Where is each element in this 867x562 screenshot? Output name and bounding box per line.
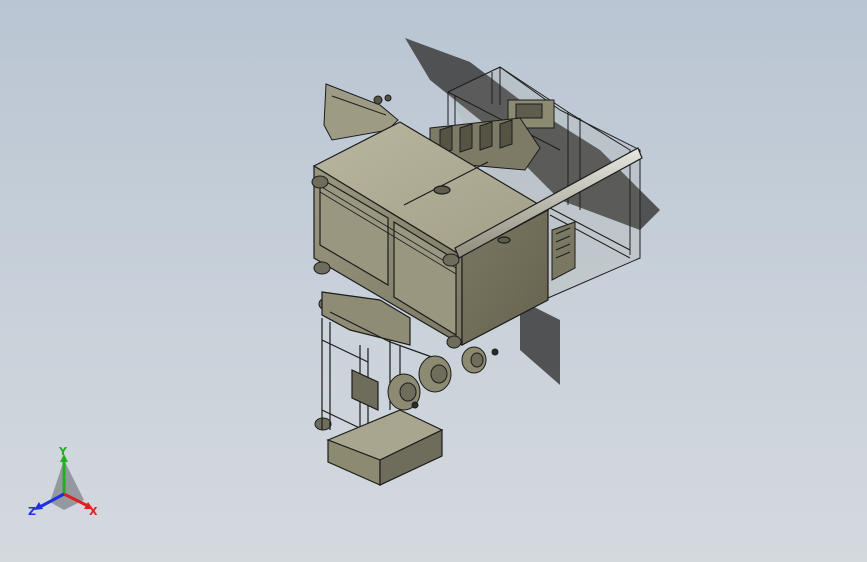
- cad-viewport[interactable]: Y X Z: [0, 0, 867, 562]
- machine-assembly-model[interactable]: [0, 0, 867, 562]
- y-axis-label: Y: [59, 445, 67, 458]
- roller-drums: [387, 346, 499, 411]
- x-axis-label: X: [89, 505, 98, 518]
- z-axis-label: Z: [28, 505, 36, 518]
- view-orientation-triad[interactable]: Y X Z: [22, 446, 106, 526]
